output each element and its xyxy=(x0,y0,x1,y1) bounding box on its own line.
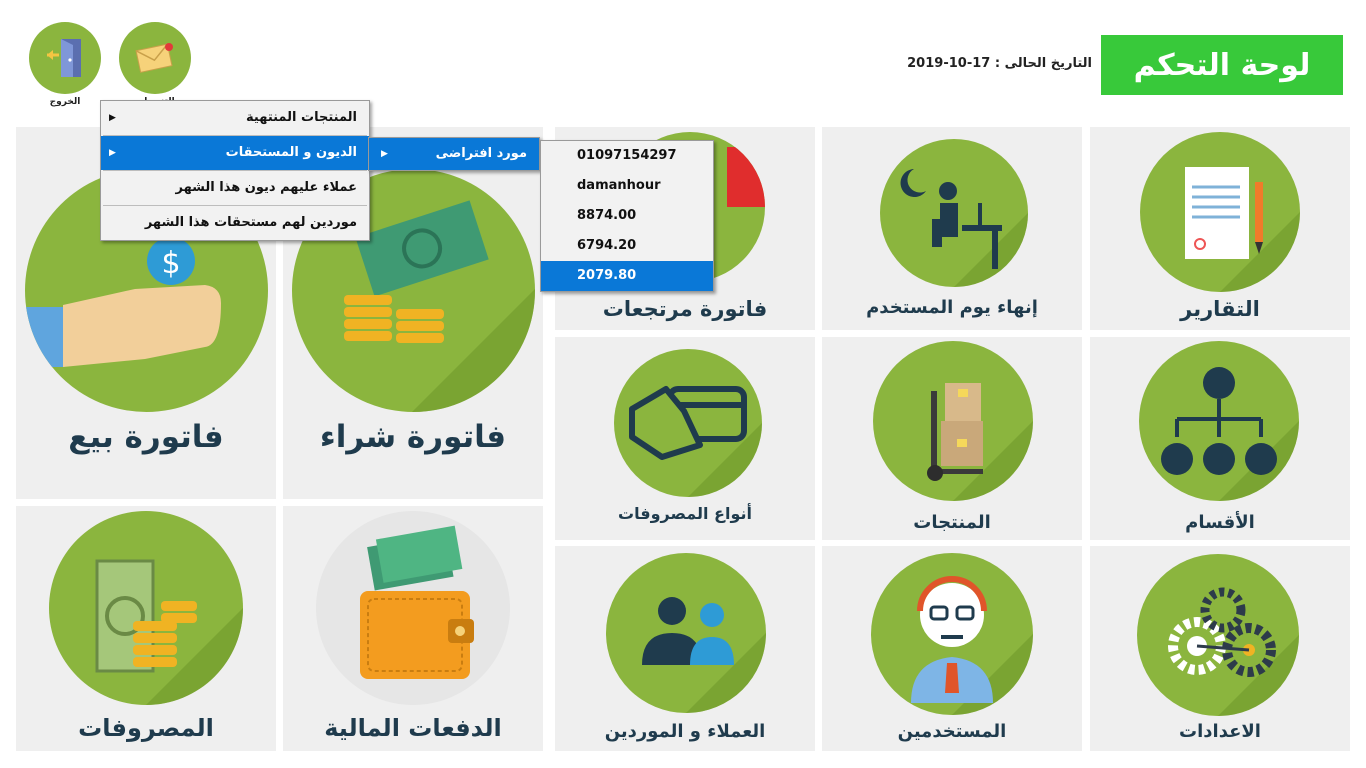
page-title: لوحة التحكم xyxy=(1101,35,1343,95)
tile-settings[interactable]: الاعدادات xyxy=(1090,546,1350,751)
context-menu: المنتجات المنتهية ▶ الديون و المستحقات ▶… xyxy=(100,100,370,241)
tile-settings-label: الاعدادات xyxy=(1179,721,1261,742)
hand-card-icon xyxy=(629,386,762,497)
door-exit-icon xyxy=(47,39,81,77)
detail-phone[interactable]: 01097154297 xyxy=(541,141,713,171)
submenu-arrow-icon: ▶ xyxy=(109,148,116,158)
hand-truck-boxes-icon xyxy=(927,383,1033,501)
supplier-details-menu: 01097154297 damanhour 8874.00 6794.20 20… xyxy=(540,140,714,292)
current-date: التاريخ الحالى : 17-10-2019 xyxy=(880,56,1092,78)
submenu-supplier: مورد افتراضى ▶ xyxy=(368,137,540,171)
support-agent-icon xyxy=(911,576,1033,715)
tile-customers-suppliers[interactable]: العملاء و الموردين xyxy=(555,546,815,751)
tile-payments-label: الدفعات المالية xyxy=(324,714,502,742)
tile-products[interactable]: المنتجات xyxy=(822,337,1082,540)
logout-label: الخروج xyxy=(49,97,81,107)
tile-products-label: المنتجات xyxy=(913,512,991,533)
tile-reports[interactable]: التقارير xyxy=(1090,127,1350,330)
envelope-icon xyxy=(135,43,173,73)
menu-item-debts-dues-label: الديون و المستحقات xyxy=(225,145,357,160)
submenu-item-default-supplier[interactable]: مورد افتراضى ▶ xyxy=(369,138,539,170)
people-icon xyxy=(642,597,766,713)
tile-end-user-day[interactable]: إنهاء يوم المستخدم xyxy=(822,127,1082,330)
gears-icon xyxy=(1168,587,1299,716)
svg-text:$: $ xyxy=(161,246,180,281)
menu-item-expired-products[interactable]: المنتجات المنتهية ▶ xyxy=(101,101,369,135)
submenu-arrow-icon: ▶ xyxy=(109,113,116,123)
detail-address[interactable]: damanhour xyxy=(541,171,713,201)
notifications-button[interactable] xyxy=(119,22,191,94)
cash-coins-icon xyxy=(95,559,243,705)
tile-sales-invoice-label: فاتورة بيع xyxy=(68,419,224,455)
tile-users[interactable]: المستخدمين xyxy=(822,546,1082,751)
menu-item-debts-dues[interactable]: الديون و المستحقات ▶ xyxy=(101,136,369,170)
tile-expenses[interactable]: المصروفات xyxy=(16,506,276,751)
wallet-icon xyxy=(360,525,474,679)
tile-payments[interactable]: الدفعات المالية xyxy=(283,506,543,751)
date-value: 17-10-2019 xyxy=(907,56,991,71)
detail-amount-2[interactable]: 6794.20 xyxy=(541,231,713,261)
tile-categories-label: الأقسام xyxy=(1185,512,1255,533)
detail-amount-1[interactable]: 8874.00 xyxy=(541,201,713,231)
user-desk-night-icon xyxy=(900,169,1028,287)
tile-users-label: المستخدمين xyxy=(897,721,1007,742)
tile-end-user-day-label: إنهاء يوم المستخدم xyxy=(866,297,1038,318)
tile-expenses-label: المصروفات xyxy=(78,714,214,742)
submenu-arrow-icon: ▶ xyxy=(381,149,388,159)
menu-item-suppliers-dues-month[interactable]: موردين لهم مستحقات هذا الشهر xyxy=(101,206,369,240)
detail-amount-3[interactable]: 2079.80 xyxy=(541,261,713,291)
date-label: التاريخ الحالى : xyxy=(994,56,1092,71)
logout-button[interactable] xyxy=(29,22,101,94)
tile-returns-invoice-label: فاتورة مرتجعات xyxy=(602,297,768,321)
submenu-item-default-supplier-label: مورد افتراضى xyxy=(435,146,527,161)
tile-expense-types[interactable]: أنواع المصروفات xyxy=(555,337,815,540)
menu-item-customers-debts-month[interactable]: عملاء عليهم ديون هذا الشهر xyxy=(101,171,369,205)
report-document-icon xyxy=(1185,167,1300,292)
menu-item-customers-debts-month-label: عملاء عليهم ديون هذا الشهر xyxy=(175,180,358,195)
menu-item-suppliers-dues-month-label: موردين لهم مستحقات هذا الشهر xyxy=(144,215,357,230)
tile-purchase-invoice-label: فاتورة شراء xyxy=(319,419,507,455)
hierarchy-icon xyxy=(1161,367,1299,501)
menu-item-expired-products-label: المنتجات المنتهية xyxy=(246,110,357,125)
tile-reports-label: التقارير xyxy=(1180,297,1260,321)
tile-categories[interactable]: الأقسام xyxy=(1090,337,1350,540)
tile-expense-types-label: أنواع المصروفات xyxy=(618,504,752,523)
tile-customers-suppliers-label: العملاء و الموردين xyxy=(604,721,766,742)
